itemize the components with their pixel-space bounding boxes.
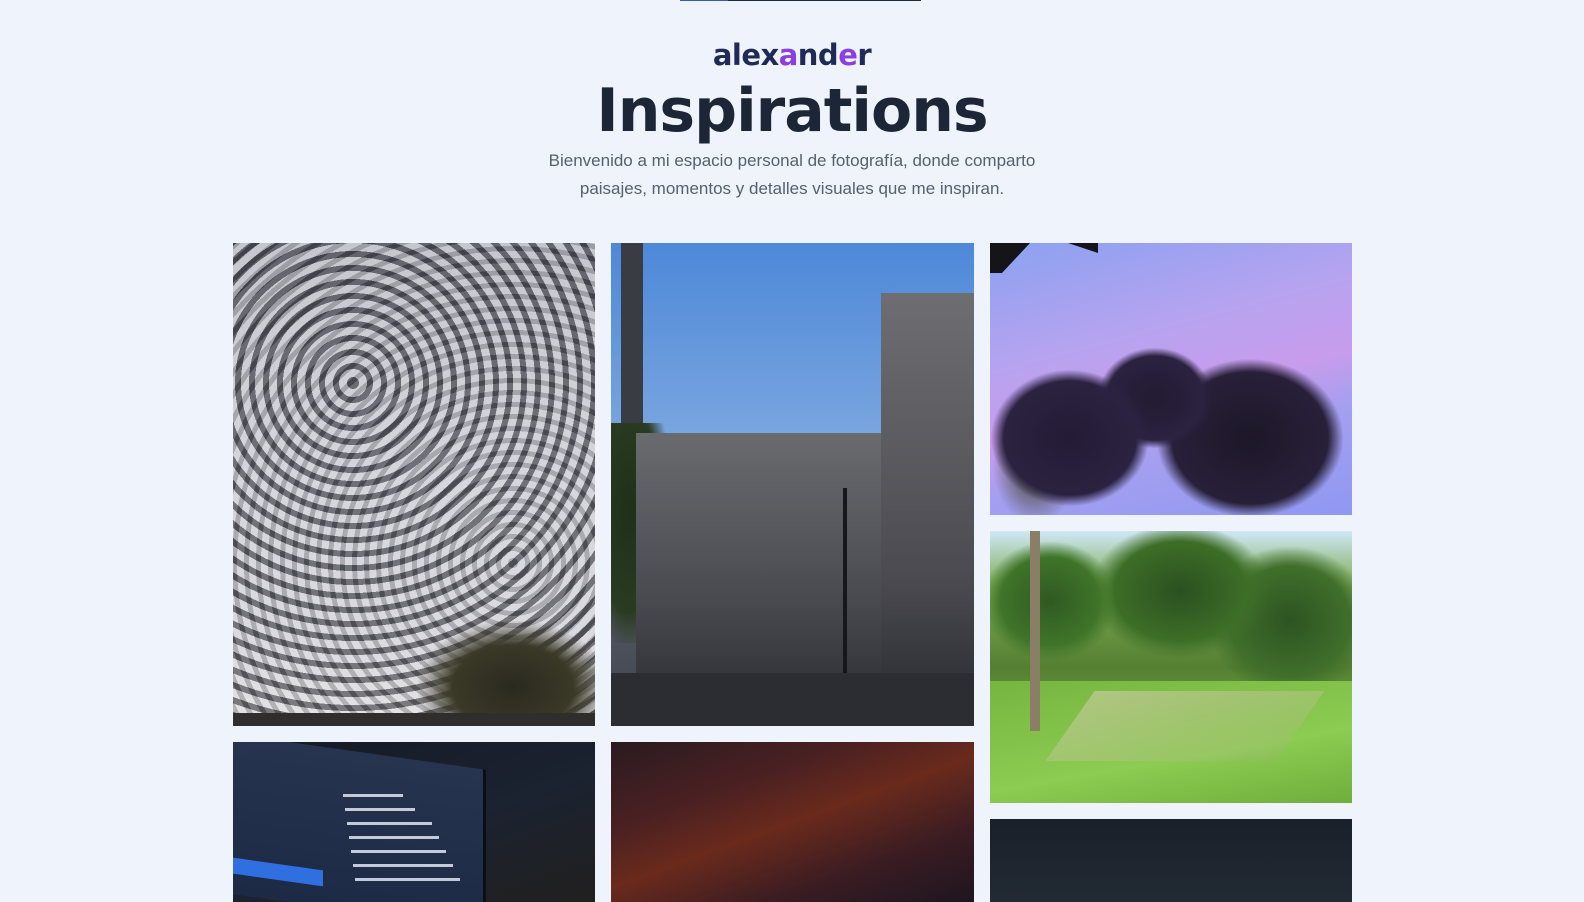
code-line xyxy=(349,836,439,839)
dark-night-sky-photo[interactable] xyxy=(990,819,1352,902)
subtitle-line-2: paisajes, momentos y detalles visuales q… xyxy=(579,179,1005,198)
wooden-pole xyxy=(1030,531,1040,731)
code-line xyxy=(351,850,446,853)
garden-lawn-photo[interactable] xyxy=(990,531,1352,803)
horizon-strip xyxy=(233,713,595,726)
corner-tower xyxy=(881,293,974,703)
code-line xyxy=(343,794,403,797)
logo-text-2: ex xyxy=(741,38,779,72)
roof-edge-2 xyxy=(1068,243,1098,253)
garden-path xyxy=(1045,691,1325,761)
roof-edge xyxy=(990,243,1030,273)
tree-silhouette xyxy=(418,621,595,726)
red-sunset-sky-photo[interactable] xyxy=(611,742,974,902)
code-line xyxy=(355,878,460,881)
street-pavement xyxy=(611,673,974,726)
logo-text-3: nd xyxy=(797,38,839,72)
tree-canopy xyxy=(990,328,1352,515)
logo-text-accent-e: e xyxy=(838,38,858,72)
subtitle-line-1: Bienvenido a mi espacio personal de foto… xyxy=(548,151,1036,170)
top-navigation-underline xyxy=(680,0,921,1)
code-line xyxy=(345,808,415,811)
page-title: Inspirations xyxy=(596,76,988,146)
colonial-building-street-photo[interactable] xyxy=(611,243,974,726)
active-nav-indicator xyxy=(680,0,728,1)
site-logo[interactable]: alexander xyxy=(0,38,1584,72)
purple-sky-trees-photo[interactable] xyxy=(990,243,1352,515)
cloudy-sky-photo[interactable] xyxy=(233,243,595,726)
logo-text-4: r xyxy=(857,38,872,72)
page-subtitle: Bienvenido a mi espacio personal de foto… xyxy=(0,147,1584,203)
logo-text-accent-a: a xyxy=(778,38,799,72)
street-lamp xyxy=(843,488,847,673)
code-line xyxy=(353,864,453,867)
code-line xyxy=(347,822,432,825)
laptop-console-code-photo[interactable] xyxy=(233,742,595,902)
garden-hedge xyxy=(990,531,1352,691)
colonial-building xyxy=(636,433,886,703)
logo-text-1: al xyxy=(712,38,742,72)
